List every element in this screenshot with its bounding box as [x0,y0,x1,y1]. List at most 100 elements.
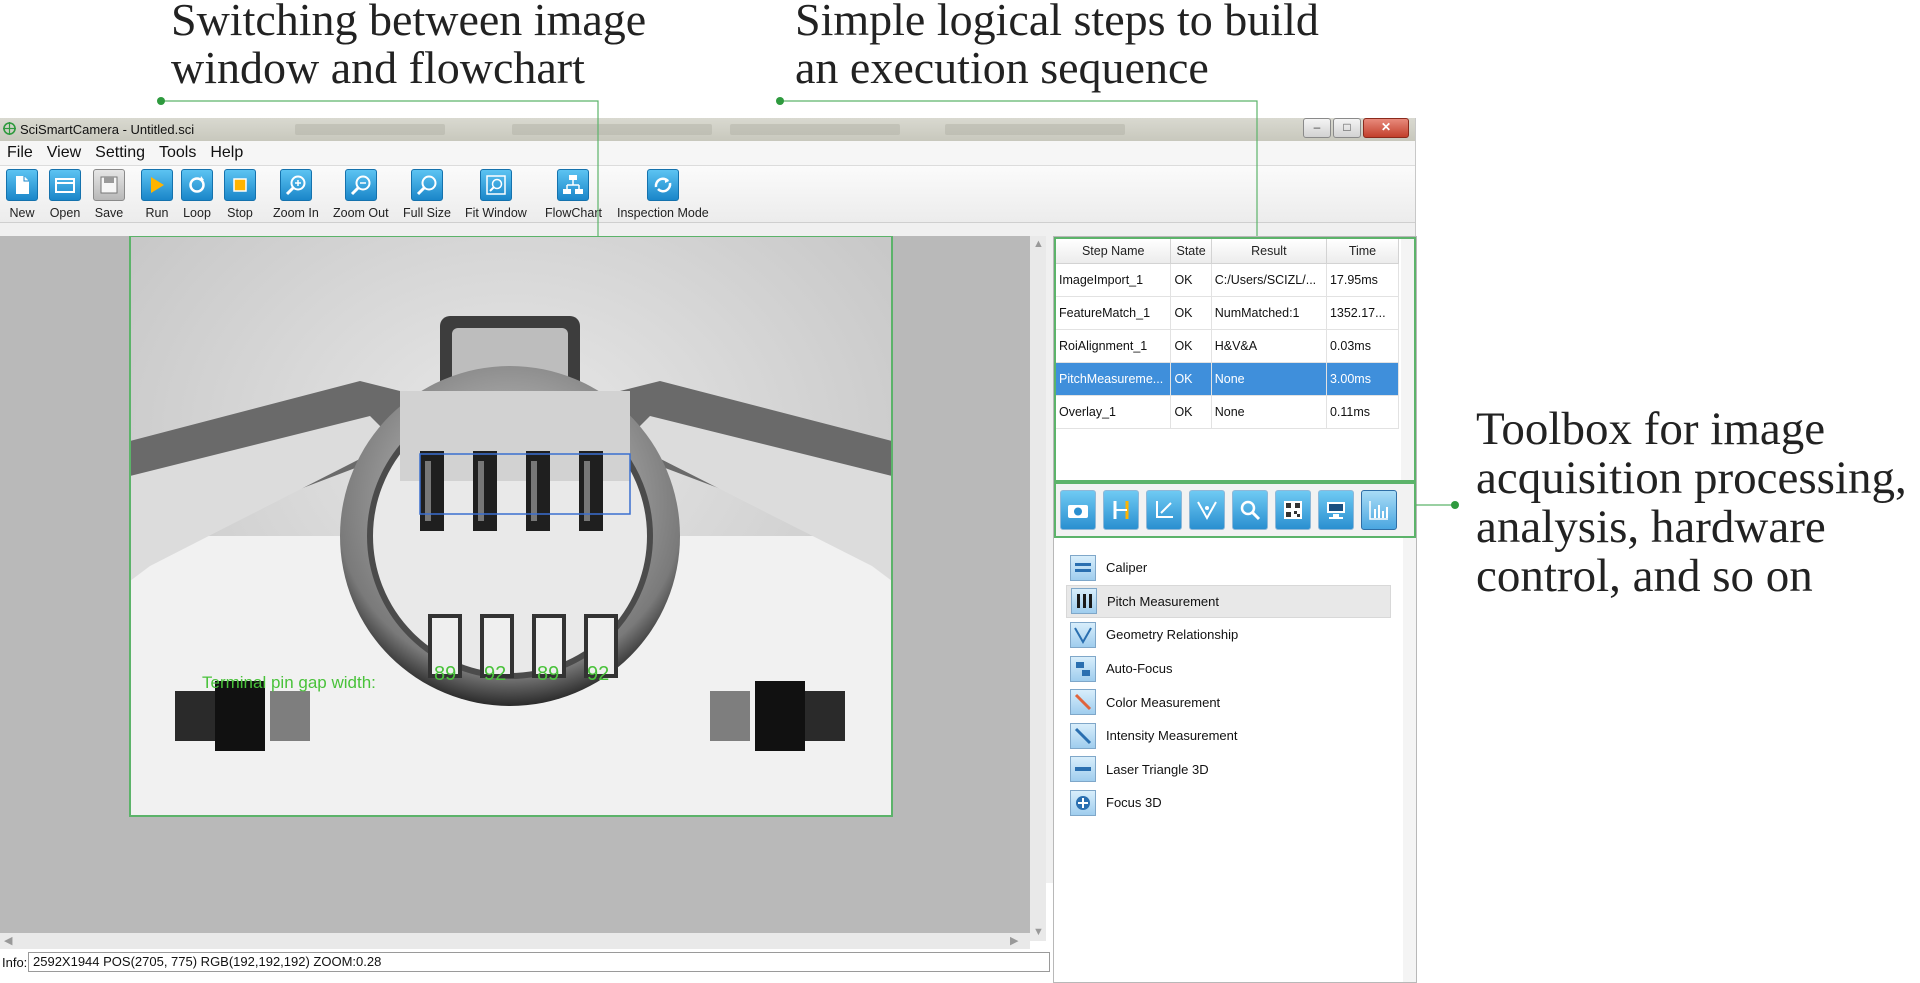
image-horizontal-scrollbar[interactable]: ◀ ▶ [0,933,1030,949]
maximize-button[interactable]: □ [1333,118,1361,138]
toolbox-scrollbar[interactable] [1403,538,1416,982]
callout-execution-sequence: Simple logical steps to build an executi… [795,0,1319,93]
fit-window-button[interactable]: Fit Window [465,169,527,220]
tool-item-laser-triangle-3d[interactable]: Laser Triangle 3D [1066,753,1391,787]
inspection-mode-label: Inspection Mode [617,206,709,220]
column-header-step-name[interactable]: Step Name [1056,239,1172,264]
tool-item-auto-focus[interactable]: Auto-Focus [1066,652,1391,686]
zoom-out-button[interactable]: Zoom Out [333,169,389,220]
state-cell: OK [1170,362,1212,396]
taskbar-ghost [512,124,712,135]
tool-item-color-measurement[interactable]: Color Measurement [1066,685,1391,719]
table-row[interactable]: ImageImport_1 OK C:/Users/SCIZL/... 17.9… [1056,263,1400,297]
new-button[interactable]: New [6,169,38,220]
open-button[interactable]: Open [49,169,81,220]
geometry-tab[interactable] [1189,490,1225,530]
menu-bar: File View Setting Tools Help [0,141,1415,166]
loop-icon [181,169,213,201]
step-name-cell: PitchMeasureme... [1056,362,1172,396]
run-button[interactable]: Run [141,169,173,220]
time-cell: 0.11ms [1326,395,1400,429]
table-row[interactable]: FeatureMatch_1 OK NumMatched:1 1352.17..… [1056,296,1400,330]
table-row-selected[interactable]: PitchMeasureme... OK None 3.00ms [1056,362,1400,396]
step-table-scrollbar[interactable] [1401,239,1414,480]
state-cell: OK [1170,263,1212,297]
caliper-icon [1070,554,1096,581]
tool-item-label: Caliper [1106,560,1148,576]
scroll-down-icon[interactable]: ▼ [1033,926,1044,938]
tool-item-focus-3d[interactable]: Focus 3D [1066,786,1391,820]
barcode-icon [1284,501,1302,519]
result-cell: H&V&A [1211,329,1327,363]
stop-button[interactable]: Stop [224,169,256,220]
full-size-button[interactable]: Full Size [403,169,451,220]
loop-label: Loop [183,206,211,220]
taskbar-ghost [730,124,900,135]
stop-label: Stop [227,206,253,220]
flowchart-button[interactable]: FlowChart [545,169,602,220]
column-header-result[interactable]: Result [1211,239,1327,264]
save-button[interactable]: Save [93,169,125,220]
open-label: Open [49,206,81,220]
barcode-tab[interactable] [1275,490,1311,530]
tool-item-label: Focus 3D [1106,795,1162,811]
step-name-cell: ImageImport_1 [1056,263,1172,297]
step-sequence-panel: Step Name State Result Time ImageImport_… [1054,237,1416,482]
menu-view[interactable]: View [40,141,88,165]
leader-dot [776,97,784,105]
fit-window-icon [479,169,512,201]
hardware-tab[interactable] [1318,490,1354,530]
full-size-label: Full Size [403,206,451,220]
camera-tab[interactable] [1060,490,1096,530]
open-folder-icon [49,169,81,201]
close-button[interactable]: ✕ [1363,118,1409,138]
info-bar: Info: 2592X1944 POS(2705, 775) RGB(192,1… [0,951,1050,973]
time-cell: 0.03ms [1326,329,1400,363]
overlay-caption: Terminal pin gap width: [202,673,376,692]
tool-item-intensity-measurement[interactable]: Intensity Measurement [1066,719,1391,753]
toolbox-tabs [1054,482,1416,538]
save-label: Save [94,206,124,220]
result-cell: NumMatched:1 [1211,296,1327,330]
loop-button[interactable]: Loop [181,169,213,220]
zoom-in-button[interactable]: Zoom In [273,169,319,220]
measurement-tab[interactable] [1361,490,1397,530]
table-row[interactable]: Overlay_1 OK None 0.11ms [1056,395,1400,429]
transform-tab[interactable] [1146,490,1182,530]
tool-item-pitch-measurement[interactable]: Pitch Measurement [1066,584,1391,619]
inspection-image [129,236,893,817]
image-viewer[interactable]: Terminal pin gap width: 89 92 89 92 [0,236,1030,941]
step-name-cell: FeatureMatch_1 [1056,296,1172,330]
tool-item-label: Laser Triangle 3D [1106,761,1209,777]
search-tab[interactable] [1232,490,1268,530]
scroll-right-icon[interactable]: ▶ [1010,934,1018,947]
taskbar-ghost [295,124,445,135]
stop-icon [224,169,256,201]
tool-item-caliper[interactable]: Caliper [1066,551,1391,585]
minimize-button[interactable]: – [1303,118,1331,138]
tool-item-geometry-relationship[interactable]: Geometry Relationship [1066,618,1391,652]
inspection-mode-icon [646,169,679,201]
geometry-icon [1197,501,1217,521]
align-tab[interactable] [1103,490,1139,530]
callout-image-window: Switching between image window and flowc… [171,0,647,93]
time-cell: 3.00ms [1326,362,1400,396]
table-row[interactable]: RoiAlignment_1 OK H&V&A 0.03ms [1056,329,1400,363]
info-readout: 2592X1944 POS(2705, 775) RGB(192,192,192… [28,952,1050,972]
app-window: SciSmartCamera - Untitled.sci – □ ✕ File… [0,118,1417,983]
menu-tools[interactable]: Tools [152,141,203,165]
info-label: Info: [2,955,28,970]
inspection-mode-button[interactable]: Inspection Mode [617,169,709,220]
image-vertical-scrollbar[interactable]: ▲ ▼ [1030,236,1046,941]
column-header-time[interactable]: Time [1326,239,1400,264]
scroll-left-icon[interactable]: ◀ [4,934,12,947]
column-header-state[interactable]: State [1170,239,1212,264]
zoom-in-label: Zoom In [273,206,319,220]
menu-setting[interactable]: Setting [88,141,152,165]
menu-file[interactable]: File [0,141,40,165]
flowchart-label: FlowChart [545,206,602,220]
save-disk-icon [93,169,125,201]
run-label: Run [145,206,169,220]
scroll-up-icon[interactable]: ▲ [1033,238,1044,250]
menu-help[interactable]: Help [203,141,250,165]
